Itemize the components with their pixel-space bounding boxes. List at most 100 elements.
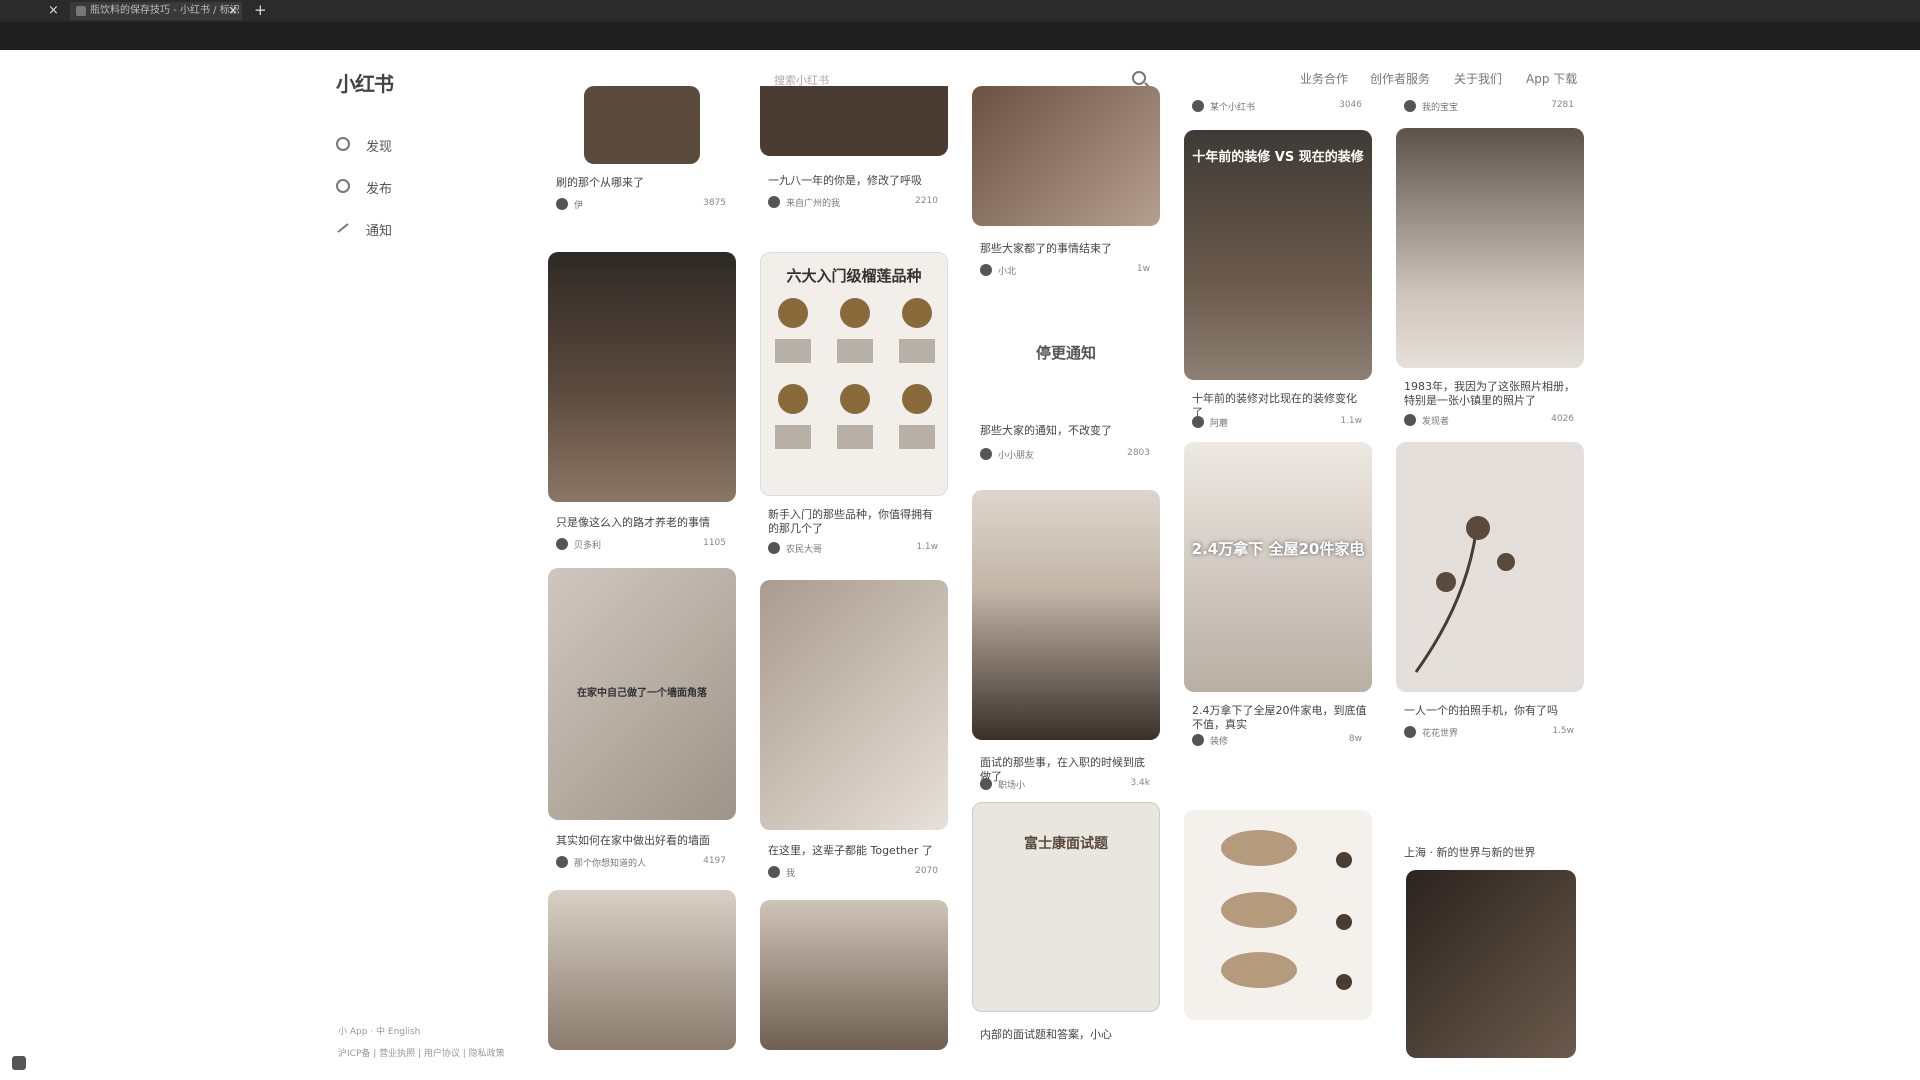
like-count[interactable]: 1.1w [916,542,938,552]
like-count[interactable]: 4026 [1551,414,1574,424]
note-cover-image[interactable] [548,890,736,1050]
nav-app-download[interactable]: App 下载 [1526,70,1577,87]
avatar[interactable] [1192,100,1204,112]
note-author[interactable]: 发现者 [1422,414,1449,427]
note-title[interactable]: 只是像这么入的路才养老的事情 [556,516,731,530]
logo[interactable]: 小红书 [336,68,394,97]
avatar[interactable] [556,856,568,868]
note-cover-image[interactable] [1406,870,1576,1058]
like-count[interactable]: 1w [1137,264,1150,274]
close-window-icon[interactable]: × [48,3,59,18]
like-count[interactable]: 2070 [915,866,938,876]
avatar[interactable] [556,538,568,550]
sidebar-item-label: 发现 [366,140,393,155]
note-cover-image[interactable]: 富士康面试题 [972,802,1160,1012]
note-cover-image[interactable] [584,86,700,164]
like-count[interactable]: 3046 [1339,100,1362,110]
search-icon[interactable] [1132,71,1146,85]
nav-creator[interactable]: 创作者服务 [1370,70,1430,87]
avatar[interactable] [768,542,780,554]
sidebar-item-label: 发布 [366,182,393,197]
note-title[interactable]: 内部的面试题和答案，小心 [980,1028,1155,1042]
like-count[interactable]: 4197 [703,856,726,866]
like-count[interactable]: 7281 [1551,100,1574,110]
like-count[interactable]: 1.1w [1340,416,1362,426]
note-author[interactable]: 农民大哥 [786,542,822,555]
note-cover-image[interactable] [1396,128,1584,368]
like-count[interactable]: 1105 [703,538,726,548]
scroll-indicator-icon[interactable] [12,1056,26,1070]
flower-illustration [1414,516,1515,673]
avatar[interactable] [980,448,992,460]
note-author[interactable]: 我 [786,866,795,879]
note-cover-image[interactable]: 十年前的装修 VS 现在的装修 [1184,130,1372,380]
note-author[interactable]: 小北 [998,264,1016,277]
avatar[interactable] [980,264,992,276]
note-title[interactable]: 上海 · 新的世界与新的世界 [1404,846,1579,860]
note-author[interactable]: 来自广州的我 [786,196,840,209]
cover-caption: 在家中自己做了一个墙面角落 [577,688,707,699]
home-icon [336,137,350,151]
note-cover-image[interactable] [1184,810,1372,1020]
note-cover-image[interactable] [760,86,948,156]
like-count[interactable]: 1.5w [1552,726,1574,736]
note-author[interactable]: 花花世界 [1422,726,1458,739]
avatar[interactable] [1192,416,1204,428]
like-count[interactable]: 2210 [915,196,938,206]
note-author[interactable]: 职场小 [998,778,1025,791]
cover-caption: 停更通知 [1035,344,1096,362]
note-title[interactable]: 其实如何在家中做出好看的墙面 [556,834,731,848]
note-cover-image[interactable] [760,580,948,830]
plus-icon [336,179,350,193]
browser-tab[interactable]: 瓶饮料的保存技巧 - 小红书 / 标识 [70,2,242,20]
avatar[interactable] [1404,726,1416,738]
note-title[interactable]: 在这里，这辈子都能 Together 了 [768,844,943,858]
note-author[interactable]: 阿蘑 [1210,416,1228,429]
cover-caption: 六大入门级榴莲品种 [786,267,922,285]
note-title[interactable]: 新手入门的那些品种，你值得拥有的那几个了 [768,508,943,536]
footer-lang[interactable]: 小 App · 中 English [338,1024,420,1037]
note-title[interactable]: 一九八一年的你是，修改了呼吸 [768,174,943,188]
like-count[interactable]: 2803 [1127,448,1150,458]
note-cover-image[interactable]: 在家中自己做了一个墙面角落 [548,568,736,820]
tab-title: 瓶饮料的保存技巧 - 小红书 / 标识 [90,5,240,16]
note-author[interactable]: 那个你想知道的人 [574,856,646,869]
note-cover-image[interactable] [760,900,948,1050]
avatar[interactable] [1404,414,1416,426]
avatar[interactable] [768,196,780,208]
note-cover-image[interactable]: 2.4万拿下 全屋20件家电 [1184,442,1372,692]
note-title[interactable]: 那些大家都了的事情结束了 [980,242,1155,256]
note-author[interactable]: 装修 [1210,734,1228,747]
note-author[interactable]: 小小朋友 [998,448,1034,461]
note-cover-image[interactable] [1396,442,1584,692]
avatar[interactable] [768,866,780,878]
note-cover-image[interactable]: 停更通知 [972,298,1160,418]
avatar[interactable] [1404,100,1416,112]
note-author[interactable]: 我的宝宝 [1422,100,1458,113]
avatar[interactable] [556,198,568,210]
note-cover-image[interactable] [972,86,1160,226]
note-cover-image[interactable] [972,490,1160,740]
page: 小红书 搜索小红书 业务合作 创作者服务 关于我们 App 下载 发现 发布 通… [0,50,1920,1080]
note-author[interactable]: 某个小红书 [1210,100,1255,113]
note-title[interactable]: 刷的那个从哪来了 [556,176,731,190]
avatar[interactable] [980,778,992,790]
durian-grid-illustration [775,298,935,449]
footer-legal[interactable]: 沪ICP备 | 营业执照 | 用户协议 | 隐私政策 [338,1046,505,1059]
tab-close-icon[interactable]: × [228,3,238,17]
note-title[interactable]: 一人一个的拍照手机，你有了吗 [1404,704,1579,718]
new-tab-icon[interactable]: + [254,1,267,19]
note-author[interactable]: 贝多利 [574,538,601,551]
note-title[interactable]: 2.4万拿下了全屋20件家电，到底值不值，真实 [1192,704,1367,732]
like-count[interactable]: 3.4k [1130,778,1150,788]
note-author[interactable]: 伊 [574,198,583,211]
like-count[interactable]: 8w [1349,734,1362,744]
note-title[interactable]: 那些大家的通知，不改变了 [980,424,1155,438]
note-cover-image[interactable]: 六大入门级榴莲品种 [760,252,948,496]
avatar[interactable] [1192,734,1204,746]
nav-business[interactable]: 业务合作 [1300,70,1348,87]
note-title[interactable]: 1983年，我因为了这张照片相册，特别是一张小镇里的照片了 [1404,380,1579,408]
nav-about[interactable]: 关于我们 [1454,70,1502,87]
like-count[interactable]: 3875 [703,198,726,208]
note-cover-image[interactable] [548,252,736,502]
